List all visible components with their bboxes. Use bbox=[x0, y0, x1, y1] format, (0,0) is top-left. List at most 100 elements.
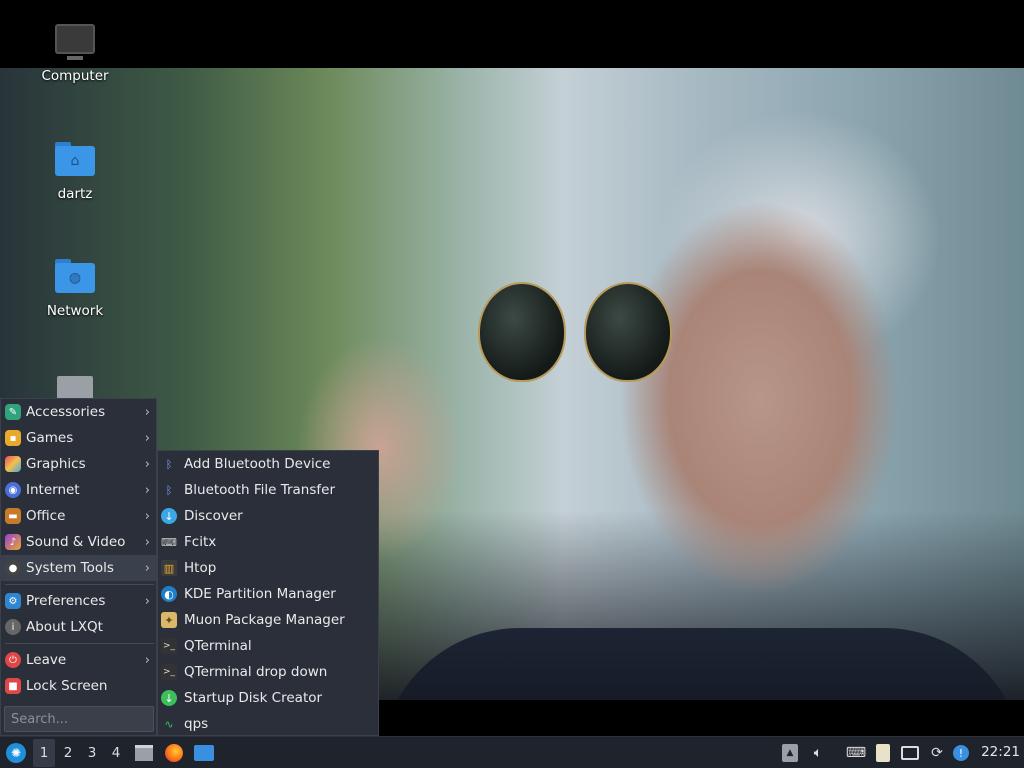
show-desktop-button[interactable] bbox=[193, 739, 215, 767]
preferences-icon: ⚙ bbox=[5, 593, 21, 609]
workspace-3-button[interactable]: 3 bbox=[81, 739, 103, 767]
menu-item-internet[interactable]: ◉ Internet › bbox=[1, 477, 158, 503]
submenu-item-htop[interactable]: ▥ Htop bbox=[158, 555, 380, 581]
volume-icon: 🔈︎ bbox=[813, 745, 823, 761]
start-menu: ✎ Accessories › ▪ Games › Graphics › ◉ I… bbox=[0, 398, 158, 736]
submenu-item-muon-package-manager[interactable]: ✦ Muon Package Manager bbox=[158, 607, 380, 633]
menu-item-label: Accessories bbox=[26, 404, 106, 420]
show-desktop-icon bbox=[194, 745, 214, 761]
desktop-icon-label: Computer bbox=[41, 68, 109, 84]
process-monitor-icon: ∿ bbox=[164, 717, 174, 731]
menu-item-leave[interactable]: ⏻ Leave › bbox=[1, 647, 158, 673]
menu-item-sound-video[interactable]: ♪ Sound & Video › bbox=[1, 529, 158, 555]
desktop-icon-computer[interactable]: Computer bbox=[25, 22, 125, 84]
menu-search-input[interactable] bbox=[5, 707, 153, 731]
menu-separator bbox=[5, 584, 154, 585]
submenu-item-label: Bluetooth File Transfer bbox=[184, 482, 335, 498]
desktop-icon-label: Network bbox=[46, 303, 104, 319]
menu-item-label: Preferences bbox=[26, 593, 106, 609]
menu-item-accessories[interactable]: ✎ Accessories › bbox=[1, 399, 158, 425]
keyboard-icon: ⌨ bbox=[161, 535, 177, 549]
wallpaper-sunglasses-left bbox=[478, 282, 566, 382]
chevron-right-icon: › bbox=[144, 482, 150, 498]
system-tools-icon: ● bbox=[5, 560, 21, 576]
chevron-right-icon: › bbox=[144, 456, 150, 472]
menu-item-office[interactable]: ▬ Office › bbox=[1, 503, 158, 529]
computer-icon bbox=[55, 24, 95, 60]
submenu-item-label: Add Bluetooth Device bbox=[184, 456, 331, 472]
games-icon: ▪ bbox=[5, 430, 21, 446]
network-icon bbox=[901, 746, 919, 760]
package-manager-icon: ✦ bbox=[161, 612, 177, 628]
file-manager-icon bbox=[135, 745, 153, 761]
firefox-launcher[interactable] bbox=[163, 739, 185, 767]
submenu-item-qps[interactable]: ∿ qps bbox=[158, 711, 380, 737]
submenu-item-fcitx[interactable]: ⌨ Fcitx bbox=[158, 529, 380, 555]
submenu-item-label: qps bbox=[184, 716, 209, 732]
network-folder-icon: ◍ bbox=[55, 259, 95, 293]
bluetooth-icon: ᛒ bbox=[165, 457, 173, 471]
terminal-icon: >_ bbox=[161, 664, 177, 680]
menu-item-label: Office bbox=[26, 508, 66, 524]
workspace-4-button[interactable]: 4 bbox=[105, 739, 127, 767]
submenu-item-label: QTerminal drop down bbox=[184, 664, 328, 680]
submenu-item-qterminal-drop-down[interactable]: >_ QTerminal drop down bbox=[158, 659, 380, 685]
submenu-item-qterminal[interactable]: >_ QTerminal bbox=[158, 633, 380, 659]
main-menu-button[interactable]: ✺ bbox=[4, 739, 28, 767]
wallpaper-sunglasses-right bbox=[584, 282, 672, 382]
tray-expand-button[interactable]: ▲ bbox=[779, 741, 801, 765]
file-manager-launcher[interactable] bbox=[133, 739, 155, 767]
menu-item-preferences[interactable]: ⚙ Preferences › bbox=[1, 588, 158, 614]
tray-up-arrow-icon: ▲ bbox=[782, 744, 798, 762]
volume-button[interactable]: 🔈︎ bbox=[807, 741, 829, 765]
system-tools-submenu: ᛒ Add Bluetooth Device ᛒ Bluetooth File … bbox=[157, 450, 379, 736]
menu-item-about-lxqt[interactable]: i About LXQt bbox=[1, 614, 158, 640]
workspace-1-button[interactable]: 1 bbox=[33, 739, 55, 767]
submenu-item-label: Discover bbox=[184, 508, 243, 524]
menu-search-box bbox=[4, 706, 154, 732]
terminal-icon: >_ bbox=[161, 638, 177, 654]
firefox-icon bbox=[165, 744, 183, 762]
internet-icon: ◉ bbox=[5, 482, 21, 498]
submenu-item-label: Startup Disk Creator bbox=[184, 690, 323, 706]
disk-creator-icon: ↓ bbox=[161, 690, 177, 706]
chevron-right-icon: › bbox=[144, 534, 150, 550]
desktop-icon-network[interactable]: ◍ Network bbox=[25, 257, 125, 319]
menu-item-label: Graphics bbox=[26, 456, 86, 472]
home-folder-icon: ⌂ bbox=[55, 142, 95, 176]
submenu-item-add-bluetooth-device[interactable]: ᛒ Add Bluetooth Device bbox=[158, 451, 380, 477]
menu-separator bbox=[5, 643, 154, 644]
keyboard-layout-button[interactable]: ⌨ bbox=[845, 741, 867, 765]
clipboard-button[interactable] bbox=[872, 741, 894, 765]
chevron-right-icon: › bbox=[144, 593, 150, 609]
menu-item-lock-screen[interactable]: ■ Lock Screen bbox=[1, 673, 158, 699]
bluetooth-icon: ᛒ bbox=[165, 483, 173, 497]
network-status-button[interactable] bbox=[899, 741, 921, 765]
menu-item-games[interactable]: ▪ Games › bbox=[1, 425, 158, 451]
office-icon: ▬ bbox=[5, 508, 21, 524]
menu-item-system-tools[interactable]: ● System Tools › bbox=[1, 555, 158, 581]
submenu-item-startup-disk-creator[interactable]: ↓ Startup Disk Creator bbox=[158, 685, 380, 711]
keyboard-icon: ⌨ bbox=[845, 745, 867, 761]
notification-button[interactable]: ! bbox=[950, 741, 972, 765]
submenu-item-kde-partition-manager[interactable]: ◐ KDE Partition Manager bbox=[158, 581, 380, 607]
desktop-icon-home[interactable]: ⌂ dartz bbox=[25, 140, 125, 202]
submenu-item-label: Htop bbox=[184, 560, 217, 576]
partition-manager-icon: ◐ bbox=[161, 586, 177, 602]
graphics-icon bbox=[5, 456, 21, 472]
clock[interactable]: 22:21 bbox=[981, 744, 1020, 760]
htop-icon: ▥ bbox=[161, 560, 177, 576]
menu-item-graphics[interactable]: Graphics › bbox=[1, 451, 158, 477]
power-icon: ⏻ bbox=[5, 652, 21, 668]
desktop-icon-label: dartz bbox=[57, 186, 93, 202]
lxqt-logo-icon: ✺ bbox=[6, 743, 26, 763]
submenu-item-bluetooth-file-transfer[interactable]: ᛒ Bluetooth File Transfer bbox=[158, 477, 380, 503]
submenu-item-label: QTerminal bbox=[184, 638, 252, 654]
workspace-2-button[interactable]: 2 bbox=[57, 739, 79, 767]
taskbar: ✺ 1 2 3 4 ▲ 🔈︎ ⌨ ⟳ ! 22:21 bbox=[0, 736, 1024, 768]
menu-item-label: Leave bbox=[26, 652, 67, 668]
submenu-item-discover[interactable]: ↓ Discover bbox=[158, 503, 380, 529]
menu-item-label: Games bbox=[26, 430, 74, 446]
update-status-button[interactable]: ⟳ bbox=[926, 741, 948, 765]
chevron-right-icon: › bbox=[144, 430, 150, 446]
